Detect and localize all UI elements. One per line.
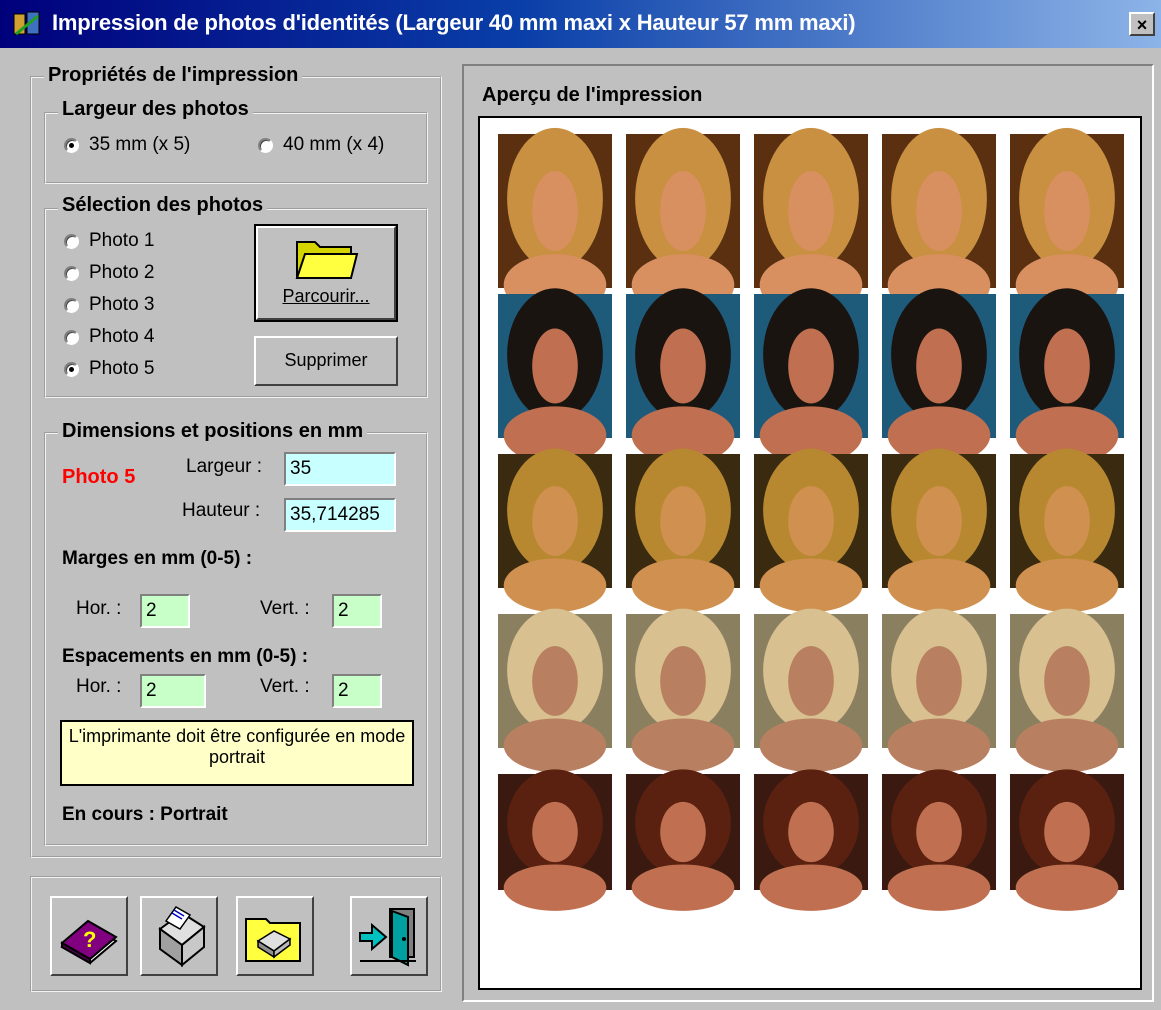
radio-label: Photo 4	[89, 326, 155, 347]
help-button[interactable]: ?	[50, 896, 128, 976]
title-bar: Impression de photos d'identités (Largeu…	[0, 0, 1161, 48]
photo-grid	[498, 127, 1124, 911]
spacing-title: Espacements en mm (0-5) :	[62, 646, 309, 667]
svg-text:?: ?	[83, 927, 96, 952]
help-book-icon: ?	[60, 919, 118, 965]
printer-setup-icon	[245, 918, 301, 962]
preview-photo	[626, 288, 740, 464]
margin-vert-input[interactable]	[332, 594, 382, 628]
properties-legend: Propriétés de l'impression	[44, 64, 303, 87]
preview-photo	[754, 448, 868, 613]
margin-hor-label: Hor. :	[76, 598, 122, 619]
delete-button[interactable]: Supprimer	[254, 336, 398, 386]
width-input[interactable]	[284, 452, 396, 486]
radio-label: Photo 1	[89, 230, 155, 251]
preview-photo	[754, 769, 868, 911]
preview-title: Aperçu de l'impression	[482, 84, 703, 106]
height-label: Hauteur :	[182, 500, 261, 521]
spacing-hor-input[interactable]	[140, 674, 206, 708]
width-label: Largeur :	[186, 456, 263, 477]
main-window: Impression de photos d'identités (Largeu…	[0, 0, 1161, 1010]
radio-dot	[64, 361, 79, 377]
radio-dot	[64, 329, 79, 345]
radio-dot	[64, 297, 79, 313]
preview-photo	[626, 127, 740, 316]
preview-photo	[754, 288, 868, 464]
radio-dot	[64, 137, 79, 153]
radio-label: Photo 2	[89, 262, 155, 283]
radio-label: Photo 3	[89, 294, 155, 315]
preview-photo	[498, 608, 612, 773]
spacing-hor-label: Hor. :	[76, 676, 122, 697]
preview-photo	[498, 288, 612, 464]
orientation-status: En cours : Portrait	[62, 804, 228, 825]
preview-photo	[626, 769, 740, 911]
radio-dot	[64, 233, 79, 249]
preview-photo	[754, 608, 868, 773]
selection-legend: Sélection des photos	[58, 194, 268, 217]
preview-photo	[1010, 127, 1124, 316]
preview-photo	[882, 608, 996, 773]
current-photo-label: Photo 5	[62, 466, 136, 488]
exit-door-icon	[359, 908, 416, 967]
window-title: Impression de photos d'identités (Largeu…	[52, 10, 856, 35]
portrait-notice: L'imprimante doit être configurée en mod…	[60, 720, 414, 786]
photo-4-radio[interactable]: Photo 4	[64, 326, 155, 348]
width-legend: Largeur des photos	[58, 98, 253, 121]
preview-photo	[882, 288, 996, 464]
preview-photo	[498, 127, 612, 316]
radio-dot	[64, 265, 79, 281]
close-button[interactable]: ×	[1129, 12, 1155, 36]
preview-photo	[626, 448, 740, 613]
delete-label: Supprimer	[284, 350, 368, 370]
preview-photo	[1010, 288, 1124, 464]
browse-button[interactable]: Parcourir...	[254, 224, 398, 322]
exit-button[interactable]	[350, 896, 428, 976]
preview-photo	[1010, 769, 1124, 911]
printer-setup-button[interactable]	[236, 896, 314, 976]
radio-label: 40 mm (x 4)	[283, 134, 385, 155]
photo-2-radio[interactable]: Photo 2	[64, 262, 155, 284]
preview-photo	[1010, 448, 1124, 613]
margins-title: Marges en mm (0-5) :	[62, 548, 253, 569]
width-35mm-radio[interactable]: 35 mm (x 5)	[64, 134, 190, 156]
spacing-vert-input[interactable]	[332, 674, 382, 708]
preview-photo	[626, 608, 740, 773]
preview-photo	[1010, 608, 1124, 773]
photo-1-radio[interactable]: Photo 1	[64, 230, 155, 252]
folder-icon	[295, 241, 359, 279]
preview-photo	[882, 448, 996, 613]
width-40mm-radio[interactable]: 40 mm (x 4)	[258, 134, 384, 156]
radio-label: 35 mm (x 5)	[89, 134, 191, 155]
radio-label: Photo 5	[89, 358, 155, 379]
preview-photo	[498, 769, 612, 911]
photo-5-radio[interactable]: Photo 5	[64, 358, 155, 380]
spacing-vert-label: Vert. :	[260, 676, 310, 697]
preview-paper	[478, 116, 1142, 990]
height-input[interactable]	[284, 498, 396, 532]
photo-3-radio[interactable]: Photo 3	[64, 294, 155, 316]
preview-photo	[498, 448, 612, 613]
preview-photo	[882, 127, 996, 316]
browse-label: Parcourir...	[282, 286, 370, 306]
printer-icon	[158, 906, 206, 968]
app-icon	[13, 11, 40, 36]
radio-dot	[258, 137, 273, 153]
print-button[interactable]	[140, 896, 218, 976]
margin-hor-input[interactable]	[140, 594, 190, 628]
preview-photo	[754, 127, 868, 316]
preview-photo	[882, 769, 996, 911]
dimensions-legend: Dimensions et positions en mm	[58, 420, 368, 443]
margin-vert-label: Vert. :	[260, 598, 310, 619]
